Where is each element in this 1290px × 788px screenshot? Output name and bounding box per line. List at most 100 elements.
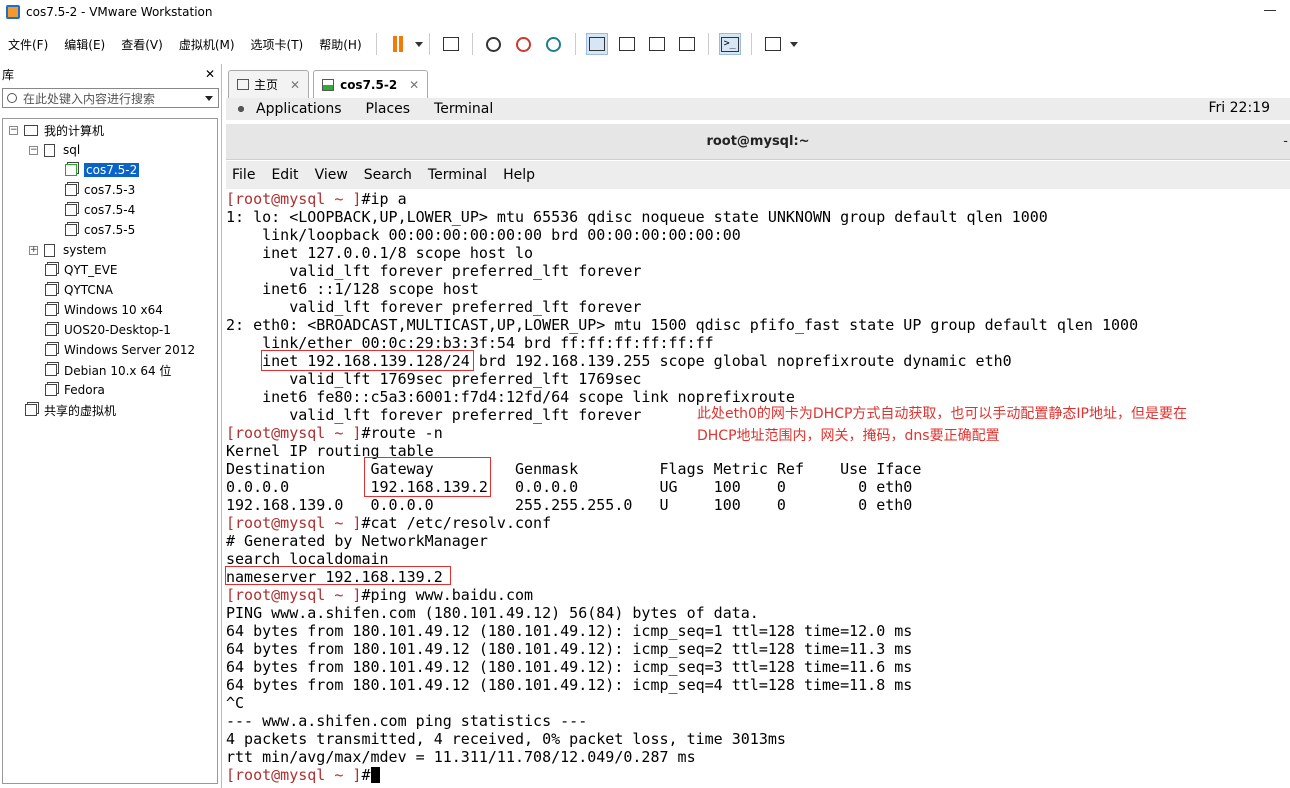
vm-icon xyxy=(45,304,57,316)
terminal-line: [root@mysql ~ ]#ip a xyxy=(226,190,407,208)
shell-prompt: [root@mysql ~ ] xyxy=(226,190,362,208)
terminal-line: inet6 ::1/128 scope host xyxy=(226,280,479,298)
snapshot-clock-icon xyxy=(486,36,502,52)
tree-label: QYT_EVE xyxy=(64,263,118,277)
thumbnail-bar-button[interactable] xyxy=(616,33,638,55)
tree-vm-cos7.5-5[interactable]: cos7.5-5 xyxy=(65,221,135,239)
tree-label: Debian 10.x 64 位 xyxy=(64,363,172,378)
terminal-line: 0.0.0.0 192.168.139.2 0.0.0.0 UG 100 0 0… xyxy=(226,478,912,496)
minimize-button[interactable] xyxy=(1264,10,1276,11)
revert-snapshot-button[interactable] xyxy=(513,33,535,55)
thumbnail-icon xyxy=(618,37,635,51)
terminal-line: [root@mysql ~ ]#ping www.baidu.com xyxy=(226,586,533,604)
tree-folder-system[interactable]: + system xyxy=(29,241,106,259)
tree-shared-vms[interactable]: 共享的虚拟机 xyxy=(25,401,116,419)
collapse-icon[interactable]: − xyxy=(29,145,38,155)
folder-icon xyxy=(44,243,55,257)
tree-vm-qyt-eve[interactable]: QYT_EVE xyxy=(45,261,117,279)
guest-menu-applications[interactable]: Applications xyxy=(256,101,342,117)
tab-label: 主页 xyxy=(254,78,279,92)
terminal-line: # Generated by NetworkManager xyxy=(226,532,488,550)
vm-running-icon xyxy=(65,164,77,176)
vm-icon xyxy=(65,224,77,236)
shell-command: # xyxy=(361,766,371,784)
menu-edit[interactable]: 编辑(E) xyxy=(56,36,113,53)
full-screen-button[interactable] xyxy=(646,33,668,55)
tree-label: Windows 10 x64 xyxy=(64,303,163,317)
tree-vm-qytcna[interactable]: QYTCNA xyxy=(45,281,113,299)
stretch-dropdown-icon[interactable] xyxy=(789,41,798,47)
terminal-line: valid_lft 1769sec preferred_lft 1769sec xyxy=(226,370,641,388)
library-search-input[interactable]: 在此处键入内容进行搜索 xyxy=(2,88,219,108)
menu-view[interactable]: 查看(V) xyxy=(113,36,171,53)
terminal-minimize-button[interactable]: - xyxy=(1283,124,1288,160)
expand-icon[interactable]: + xyxy=(29,245,38,255)
tree-label: cos7.5-3 xyxy=(84,183,136,197)
send-ctrl-alt-del-button[interactable] xyxy=(440,33,462,55)
tree-vm-debian[interactable]: Debian 10.x 64 位 xyxy=(45,361,171,379)
menu-vm[interactable]: 虚拟机(M) xyxy=(171,36,243,53)
menu-help[interactable]: 帮助(H) xyxy=(311,36,369,53)
shell-output: 1: lo: <LOOPBACK,UP,LOWER_UP> mtu 65536 … xyxy=(226,208,1048,226)
tree-vm-cos7.5-4[interactable]: cos7.5-4 xyxy=(65,201,135,219)
guest-menu-terminal[interactable]: Terminal xyxy=(434,101,493,117)
pause-dropdown-icon[interactable] xyxy=(414,41,423,47)
tree-vm-fedora[interactable]: Fedora xyxy=(45,381,105,399)
menu-tabs[interactable]: 选项卡(T) xyxy=(243,36,312,53)
tab-close-icon[interactable]: ✕ xyxy=(409,78,419,92)
terminal-menu-help[interactable]: Help xyxy=(495,167,543,183)
tree-folder-sql[interactable]: − sql xyxy=(29,141,80,159)
tree-vm-uos20[interactable]: UOS20-Desktop-1 xyxy=(45,321,171,339)
vm-icon xyxy=(45,284,57,296)
terminal-line: inet 127.0.0.1/8 scope host lo xyxy=(226,244,533,262)
tree-vm-cos7.5-2[interactable]: cos7.5-2 xyxy=(65,161,140,179)
tree-vm-windows-server-2012[interactable]: Windows Server 2012 xyxy=(45,341,195,359)
unity-button[interactable] xyxy=(676,33,698,55)
terminal-menu-search[interactable]: Search xyxy=(356,167,420,183)
terminal-menu-terminal[interactable]: Terminal xyxy=(420,167,495,183)
vm-icon xyxy=(45,364,57,376)
search-placeholder: 在此处键入内容进行搜索 xyxy=(23,91,156,106)
tab-cos7.5-2[interactable]: cos7.5-2 ✕ xyxy=(313,70,429,98)
menu-file[interactable]: 文件(F) xyxy=(0,36,56,53)
shell-command: #ip a xyxy=(361,190,407,208)
terminal-line: valid_lft forever preferred_lft forever xyxy=(226,298,641,316)
terminal-menu-edit[interactable]: Edit xyxy=(263,167,306,183)
terminal-line: 64 bytes from 180.101.49.12 (180.101.49.… xyxy=(226,640,912,658)
highlight-inet-address xyxy=(261,350,474,371)
shell-output: rtt min/avg/max/mdev = 11.311/11.708/12.… xyxy=(226,748,696,766)
terminal-line: 1: lo: <LOOPBACK,UP,LOWER_UP> mtu 65536 … xyxy=(226,208,1048,226)
shell-output: PING www.a.shifen.com (180.101.49.12) 56… xyxy=(226,604,759,622)
terminal-line: valid_lft forever preferred_lft forever xyxy=(226,406,641,424)
terminal-menu-file[interactable]: File xyxy=(226,167,263,183)
snapshot-manager-button[interactable] xyxy=(543,33,565,55)
vm-tab-icon xyxy=(322,78,335,91)
shell-output: 64 bytes from 180.101.49.12 (180.101.49.… xyxy=(226,676,913,694)
search-dropdown-icon[interactable] xyxy=(205,96,213,101)
tree-my-computer[interactable]: − 我的计算机 xyxy=(9,121,104,139)
toolbar-separator xyxy=(428,33,430,55)
tree-vm-windows-10[interactable]: Windows 10 x64 xyxy=(45,301,163,319)
tab-close-icon[interactable]: ✕ xyxy=(290,78,300,92)
shell-output: 64 bytes from 180.101.49.12 (180.101.49.… xyxy=(226,622,913,640)
pause-button[interactable] xyxy=(387,33,409,55)
tab-home[interactable]: 主页 ✕ xyxy=(228,70,310,98)
manager-clock-icon xyxy=(546,36,562,52)
tree-label: sql xyxy=(63,143,81,157)
show-library-button[interactable] xyxy=(585,33,608,55)
toolbar-separator xyxy=(574,33,576,55)
terminal-menu-view[interactable]: View xyxy=(307,167,356,183)
tab-label: cos7.5-2 xyxy=(340,77,398,92)
shell-output: 64 bytes from 180.101.49.12 (180.101.49.… xyxy=(226,658,913,676)
guest-menu-places[interactable]: Places xyxy=(366,101,411,117)
tree-vm-cos7.5-3[interactable]: cos7.5-3 xyxy=(65,181,135,199)
snapshot-button[interactable] xyxy=(483,33,505,55)
applications-icon xyxy=(234,102,248,116)
console-view-button[interactable]: >_ xyxy=(718,33,741,55)
library-close-icon[interactable]: ✕ xyxy=(205,67,215,81)
terminal-line: 192.168.139.0 0.0.0.0 255.255.255.0 U 10… xyxy=(226,496,912,514)
guest-clock[interactable]: Fri 22:19 xyxy=(1209,100,1270,116)
collapse-icon[interactable]: − xyxy=(9,125,18,135)
stretch-button[interactable] xyxy=(762,33,784,55)
pause-icon-bar xyxy=(392,36,397,52)
